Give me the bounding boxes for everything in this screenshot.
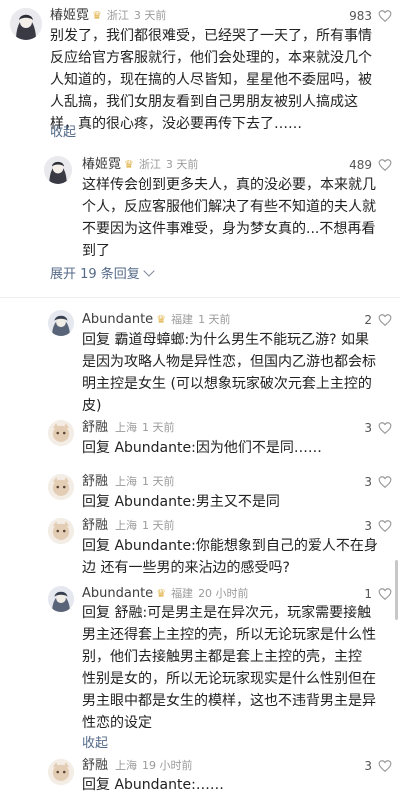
reply-target[interactable]: Abundante: [114, 440, 191, 456]
like-count: 2: [364, 313, 372, 327]
location: 上海: [115, 759, 138, 772]
comment-author-line: 椿姬霓 ♛ 浙江 3 天前: [50, 8, 166, 24]
reply-label: 回复: [82, 605, 115, 621]
reply-label: 回复: [82, 777, 115, 793]
username[interactable]: Abundante: [82, 312, 153, 327]
username[interactable]: Abundante: [82, 586, 153, 601]
heart-icon[interactable]: [378, 475, 392, 489]
comment-text: 这样传会创到更多夫人，真的没必要，本来就几 个人，反应客服他们解决了有些不知道的…: [82, 177, 376, 259]
heart-icon[interactable]: [378, 421, 392, 435]
timestamp: 1 天前: [198, 313, 231, 326]
heart-icon[interactable]: [378, 313, 392, 327]
username[interactable]: 椿姬霓: [82, 157, 121, 172]
like-count: 3: [364, 759, 372, 773]
avatar[interactable]: [10, 8, 42, 40]
scrollbar[interactable]: [395, 560, 398, 620]
collapse-button[interactable]: 收起: [50, 121, 76, 140]
comment-text: 回复 Abundante:因为他们不是同……: [82, 440, 322, 456]
avatar[interactable]: [48, 420, 74, 446]
username[interactable]: 舒融: [82, 518, 108, 533]
comment-author-line: 舒融 上海 1 天前: [82, 518, 175, 534]
timestamp: 19 小时前: [142, 759, 193, 772]
location: 福建: [171, 313, 194, 326]
location: 福建: [171, 587, 194, 600]
location: 上海: [115, 421, 138, 434]
heart-icon[interactable]: [378, 9, 392, 23]
expand-replies-button[interactable]: 展开 19 条回复: [50, 263, 155, 282]
username[interactable]: 舒融: [82, 758, 108, 773]
timestamp: 1 天前: [142, 519, 175, 532]
heart-icon[interactable]: [378, 519, 392, 533]
comment-8: 舒融 上海 19 小时前 3 回复 Abundante:……: [0, 755, 400, 800]
comment-4: 舒融 上海 1 天前 3 回复 Abundante:因为他们不是同……: [0, 415, 400, 470]
like-count: 3: [364, 421, 372, 435]
comment-author-line: Abundante ♛ 福建 20 小时前: [82, 586, 249, 602]
reply-label: 回复: [82, 332, 115, 348]
comment-3: Abundante ♛ 福建 1 天前 2 回复 霸道母蟑螂:为什么男生不能玩乙游? …: [0, 308, 400, 418]
divider: [0, 297, 400, 298]
location: 浙江: [138, 158, 161, 171]
avatar[interactable]: [48, 759, 74, 785]
reply-label: 回复: [82, 440, 115, 456]
timestamp: 1 天前: [142, 421, 175, 434]
crown-icon: ♛: [124, 158, 134, 171]
comment-text: 回复 Abundante:……: [82, 777, 224, 793]
like-count: 3: [364, 475, 372, 489]
avatar[interactable]: [48, 310, 74, 336]
username[interactable]: 舒融: [82, 420, 108, 435]
comment-7: Abundante ♛ 福建 20 小时前 1 回复 舒融:可是男主是在异次元，玩家需…: [0, 583, 400, 753]
like-count: 983: [349, 9, 372, 23]
crown-icon: ♛: [92, 9, 102, 22]
comment-author-line: 椿姬霓 ♛ 浙江 3 天前: [82, 157, 198, 173]
heart-icon[interactable]: [378, 759, 392, 773]
username[interactable]: 舒融: [82, 474, 108, 489]
comment-text: 回复 霸道母蟑螂:为什么男生不能玩乙游? 如果 是因为攻略人物是异性恋，但国内乙…: [82, 332, 376, 414]
location: 浙江: [106, 9, 129, 22]
avatar[interactable]: [48, 586, 74, 612]
comment-text: 回复 Abundante:你能想象到自己的爱人不在身 边 还有一些男的来沾边的感…: [82, 538, 378, 576]
location: 上海: [115, 475, 138, 488]
crown-icon: ♛: [156, 313, 167, 326]
comment-text: 回复 Abundante:男主又不是同: [82, 494, 280, 510]
avatar[interactable]: [48, 474, 74, 500]
comment-author-line: 舒融 上海 19 小时前: [82, 758, 193, 774]
timestamp: 20 小时前: [198, 587, 249, 600]
avatar[interactable]: [48, 518, 74, 544]
comment-author-line: 舒融 上海 1 天前: [82, 420, 175, 436]
comment-1: 椿姬霓 ♛ 浙江 3 天前 983 别发了，我们都很难受，已经哭了一天了，所有事情 反…: [0, 0, 400, 150]
username[interactable]: 椿姬霓: [50, 8, 89, 23]
crown-icon: ♛: [156, 587, 167, 600]
reply-target[interactable]: Abundante: [114, 494, 191, 510]
reply-label: 回复: [82, 494, 115, 510]
reply-target[interactable]: Abundante: [114, 538, 191, 554]
reply-target[interactable]: 霸道母蟑螂: [114, 332, 184, 348]
chevron-down-icon: [143, 265, 155, 277]
comment-author-line: Abundante ♛ 福建 1 天前: [82, 312, 231, 328]
timestamp: 3 天前: [133, 9, 167, 22]
comment-text: 别发了，我们都很难受，已经哭了一天了，所有事情 反应给官方客服就行，他们会处理的…: [50, 28, 372, 132]
like-count: 3: [364, 519, 372, 533]
timestamp: 3 天前: [165, 158, 199, 171]
heart-icon[interactable]: [378, 158, 392, 172]
comment-author-line: 舒融 上海 1 天前: [82, 474, 175, 490]
avatar[interactable]: [44, 156, 72, 184]
like-count: 1: [364, 587, 372, 601]
comment-text: 回复 舒融:可是男主是在异次元，玩家需要接触 男主还得套上主控的壳，所以无论玩家…: [82, 605, 376, 731]
reply-target[interactable]: Abundante: [114, 777, 191, 793]
reply-label: 回复: [82, 538, 115, 554]
collapse-button[interactable]: 收起: [82, 732, 108, 751]
heart-icon[interactable]: [378, 587, 392, 601]
timestamp: 1 天前: [142, 475, 175, 488]
reply-target[interactable]: 舒融: [114, 605, 142, 621]
like-count: 489: [349, 158, 372, 172]
location: 上海: [115, 519, 138, 532]
comment-5: 舒融 上海 1 天前 3 回复 Abundante:男主又不是同: [0, 470, 400, 515]
comment-6: 舒融 上海 1 天前 3 回复 Abundante:你能想象到自己的爱人不在身 边 …: [0, 514, 400, 584]
